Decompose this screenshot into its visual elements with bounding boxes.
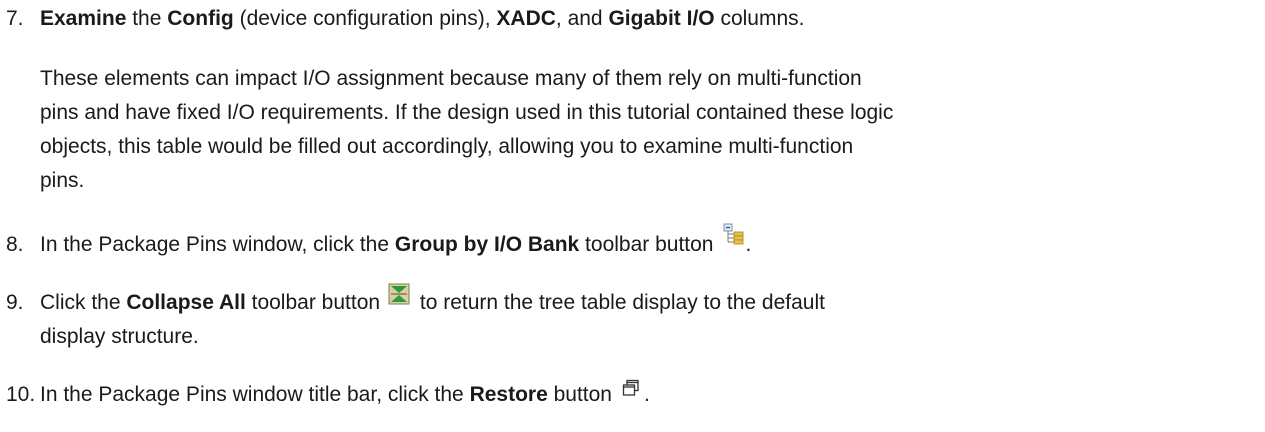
text: . <box>644 383 650 406</box>
paragraph-line: pins and have fixed I/O requirements. If… <box>40 101 894 124</box>
bold-text: Group by I/O Bank <box>394 233 580 256</box>
text: toolbar button <box>579 233 714 256</box>
collapse-all-icon[interactable] <box>388 282 410 316</box>
step-9-continuation: display structure. <box>40 320 1255 354</box>
group-by-io-bank-icon[interactable] <box>723 222 745 256</box>
text: toolbar button <box>245 291 381 314</box>
paragraph-line: display structure. <box>40 325 199 348</box>
paragraph-line: objects, this table would be filled out … <box>40 135 854 158</box>
bold-text: Collapse All <box>126 291 246 314</box>
bold-text: Restore <box>469 383 548 406</box>
bold-text: XADC <box>496 7 556 30</box>
bold-text: Gigabit I/O <box>608 7 715 30</box>
text: columns. <box>714 7 805 30</box>
step-7: 7. Examine the Config (device configurati… <box>6 2 805 36</box>
step-number: 9. <box>6 291 24 314</box>
text: . <box>745 233 752 256</box>
step-9: 9. Click the Collapse All toolbar button … <box>6 283 825 320</box>
restore-icon[interactable] <box>622 374 640 408</box>
step-7-paragraph: These elements can impact I/O assignment… <box>40 62 1255 198</box>
text: to return the tree table display to the … <box>414 291 825 314</box>
text: In the Package Pins window, click the <box>40 233 395 256</box>
text: (device configuration pins), <box>233 7 497 30</box>
bold-text: Examine <box>40 7 127 30</box>
text: button <box>547 383 612 406</box>
text: Click the <box>40 291 127 314</box>
step-10: 10. In the Package Pins window title bar,… <box>6 378 650 412</box>
paragraph-line: These elements can impact I/O assignment… <box>40 67 862 90</box>
step-number: 8. <box>6 233 24 256</box>
paragraph-line: pins. <box>40 169 85 192</box>
step-8: 8. In the Package Pins window, click the … <box>6 223 752 262</box>
step-number: 10. <box>6 383 36 406</box>
text: , and <box>555 7 609 30</box>
text: the <box>126 7 168 30</box>
bold-text: Config <box>167 7 234 30</box>
step-number: 7. <box>6 7 24 30</box>
text: In the Package Pins window title bar, cl… <box>40 383 470 406</box>
